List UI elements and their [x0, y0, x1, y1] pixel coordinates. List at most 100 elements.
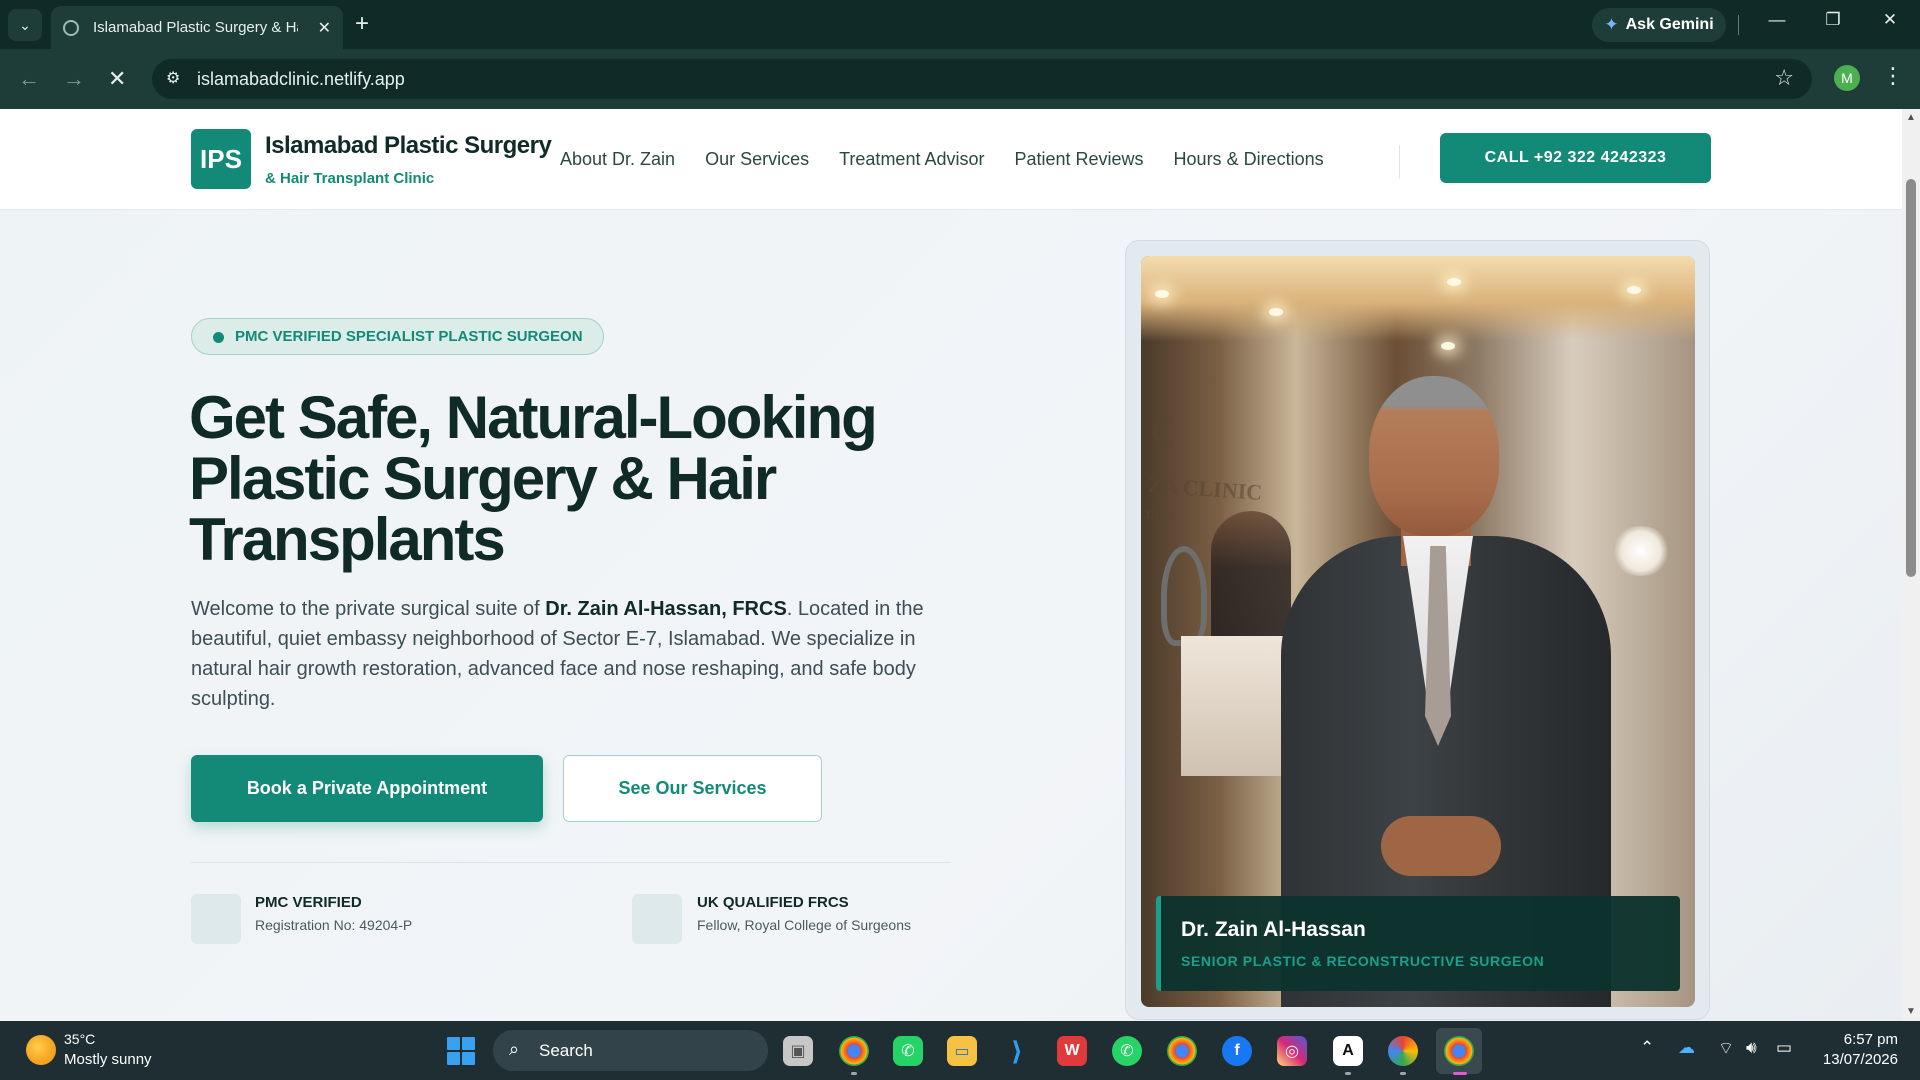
nav-divider: [1399, 145, 1400, 179]
browser-tab[interactable]: Islamabad Plastic Surgery & Ha ✕: [51, 6, 343, 49]
intro-doctor-name: Dr. Zain Al-Hassan, FRCS: [545, 598, 787, 620]
site-info-icon[interactable]: ⚙: [166, 68, 180, 88]
new-tab-button[interactable]: +: [355, 12, 369, 36]
pmc-verified-icon: [191, 894, 241, 944]
nav-services[interactable]: Our Services: [705, 149, 809, 170]
book-appointment-button[interactable]: Book a Private Appointment: [191, 755, 543, 822]
hero-headline: Get Safe, Natural-Looking Plastic Surger…: [189, 387, 969, 570]
ceiling-light: [1447, 278, 1461, 286]
start-windows-icon[interactable]: [447, 1037, 475, 1065]
wps-office-icon[interactable]: W: [1057, 1036, 1087, 1066]
close-window-icon[interactable]: ✕: [1875, 10, 1905, 30]
tray-chevron-up-icon[interactable]: ⌃: [1640, 1038, 1654, 1058]
credential-title-frcs: UK QUALIFIED FRCS: [697, 894, 849, 911]
taskbar: 35°C Mostly sunny ⌕ Search ▣ ✆ ▭ ⟩ W ✆ f…: [0, 1021, 1920, 1080]
site-logo[interactable]: IPS: [191, 129, 251, 189]
running-indicator: [1345, 1072, 1351, 1075]
orchid: [1611, 526, 1671, 576]
clinic-wall-sign-line-2: DR. F: [1145, 506, 1178, 524]
ask-gemini-button[interactable]: ✦ Ask Gemini: [1592, 8, 1726, 42]
whatsapp-desktop-icon[interactable]: ✆: [893, 1036, 923, 1066]
address-bar[interactable]: ⚙ islamabadclinic.netlify.app ☆: [152, 59, 1812, 99]
file-explorer-icon[interactable]: ▭: [947, 1036, 977, 1066]
nav-about[interactable]: About Dr. Zain: [560, 149, 675, 170]
doctor-name: Dr. Zain Al-Hassan: [1181, 918, 1366, 941]
wifi-icon[interactable]: ⌔: [1718, 1038, 1734, 1059]
nav-patient-reviews[interactable]: Patient Reviews: [1014, 149, 1143, 170]
ask-gemini-label: Ask Gemini: [1625, 16, 1714, 33]
verified-badge: PMC VERIFIED SPECIALIST PLASTIC SURGEON: [191, 318, 604, 355]
instagram-icon[interactable]: ◎: [1277, 1036, 1307, 1066]
main-nav: About Dr. Zain Our Services Treatment Ad…: [560, 149, 1324, 170]
stop-loading-icon[interactable]: ✕: [108, 66, 126, 92]
ai-app-icon[interactable]: A: [1333, 1036, 1363, 1066]
running-indicator: [851, 1072, 857, 1075]
page-scrollbar[interactable]: ▲ ▼: [1902, 109, 1920, 1021]
weather-description[interactable]: Mostly sunny: [64, 1051, 152, 1068]
credential-title-pmc: PMC VERIFIED: [255, 894, 362, 911]
chrome-active-icon[interactable]: [1444, 1036, 1474, 1066]
hero-divider: [191, 862, 951, 863]
doctor-photo: € ZA CLINIC DR. F Dr. Zain Al-Hassan SENI…: [1141, 256, 1695, 1007]
running-indicator: [1400, 1072, 1406, 1075]
taskbar-search[interactable]: ⌕ Search: [493, 1030, 768, 1071]
frcs-qualified-icon: [632, 894, 682, 944]
scroll-thumb[interactable]: [1906, 179, 1916, 577]
back-arrow-icon[interactable]: ←: [18, 66, 40, 92]
tab-search-button[interactable]: ⌄: [8, 9, 42, 41]
weather-sun-icon[interactable]: [26, 1035, 56, 1065]
forward-arrow-icon[interactable]: →: [63, 66, 85, 92]
doctor-hands: [1381, 816, 1501, 876]
doctor-card: € ZA CLINIC DR. F Dr. Zain Al-Hassan SENI…: [1125, 240, 1710, 1020]
clinic-wall-logo: €: [1151, 407, 1173, 456]
brand-subtitle: & Hair Transplant Clinic: [265, 170, 435, 187]
scroll-down-icon[interactable]: ▼: [1906, 1006, 1916, 1017]
taskbar-search-label: Search: [539, 1041, 593, 1060]
weather-temperature[interactable]: 35°C: [64, 1031, 95, 1047]
sculpture: [1161, 546, 1207, 646]
gemini-sparkle-icon: ✦: [1604, 15, 1619, 34]
nav-treatment-advisor[interactable]: Treatment Advisor: [839, 149, 984, 170]
onedrive-cloud-icon[interactable]: ☁: [1678, 1038, 1695, 1058]
brand-title[interactable]: Islamabad Plastic Surgery: [265, 132, 552, 160]
toolbar-divider: [1738, 15, 1739, 35]
profile-avatar[interactable]: M: [1834, 65, 1860, 91]
clock-time[interactable]: 6:57 pm: [1838, 1031, 1898, 1048]
task-view-icon[interactable]: ▣: [783, 1036, 813, 1066]
browser-tab-bar: ⌄ Islamabad Plastic Surgery & Ha ✕ + ✦ A…: [0, 0, 1920, 49]
vscode-icon[interactable]: ⟩: [1002, 1036, 1032, 1066]
chrome-profile-icon[interactable]: [1167, 1036, 1197, 1066]
url-text[interactable]: islamabadclinic.netlify.app: [197, 69, 405, 90]
battery-icon[interactable]: ▭: [1776, 1038, 1792, 1058]
clinic-wall-sign-line-1: ZA CLINIC: [1147, 472, 1263, 505]
facebook-icon[interactable]: f: [1222, 1036, 1252, 1066]
clock-date[interactable]: 13/07/2026: [1812, 1051, 1898, 1068]
see-services-button[interactable]: See Our Services: [563, 755, 822, 822]
restore-icon[interactable]: ❐: [1818, 10, 1848, 30]
headline-line-3: Transplants: [189, 506, 506, 573]
chevron-down-icon: ⌄: [19, 16, 31, 33]
minimize-icon[interactable]: —: [1762, 10, 1792, 30]
photos-icon[interactable]: [1388, 1036, 1418, 1066]
ceiling-light: [1627, 286, 1641, 294]
tab-title: Islamabad Plastic Surgery & Ha: [93, 19, 298, 36]
bookmark-star-icon[interactable]: ☆: [1774, 65, 1794, 91]
whatsapp-icon[interactable]: ✆: [1112, 1036, 1142, 1066]
browser-toolbar: ← → ✕ ⚙ islamabadclinic.netlify.app ☆ M …: [0, 49, 1920, 109]
nav-hours-directions[interactable]: Hours & Directions: [1174, 149, 1324, 170]
intro-prefix: Welcome to the private surgical suite of: [191, 598, 546, 620]
page-viewport: IPS Islamabad Plastic Surgery & Hair Tra…: [0, 109, 1902, 1021]
search-icon: ⌕: [509, 1039, 520, 1059]
more-menu-icon[interactable]: ⋮: [1882, 63, 1904, 89]
chrome-icon[interactable]: [839, 1036, 869, 1066]
volume-icon[interactable]: 🔊︎: [1746, 1038, 1757, 1058]
scroll-up-icon[interactable]: ▲: [1906, 112, 1916, 123]
hero-intro: Welcome to the private surgical suite of…: [191, 594, 931, 714]
call-button[interactable]: CALL +92 322 4242323: [1440, 133, 1711, 183]
doctor-role: SENIOR PLASTIC & RECONSTRUCTIVE SURGEON: [1181, 953, 1545, 969]
photo-ceiling: [1141, 256, 1695, 341]
credential-subtitle-pmc: Registration No: 49204-P: [255, 917, 413, 933]
ceiling-light: [1155, 290, 1169, 298]
doctor-head: [1369, 376, 1499, 536]
tab-close-icon[interactable]: ✕: [318, 18, 331, 38]
